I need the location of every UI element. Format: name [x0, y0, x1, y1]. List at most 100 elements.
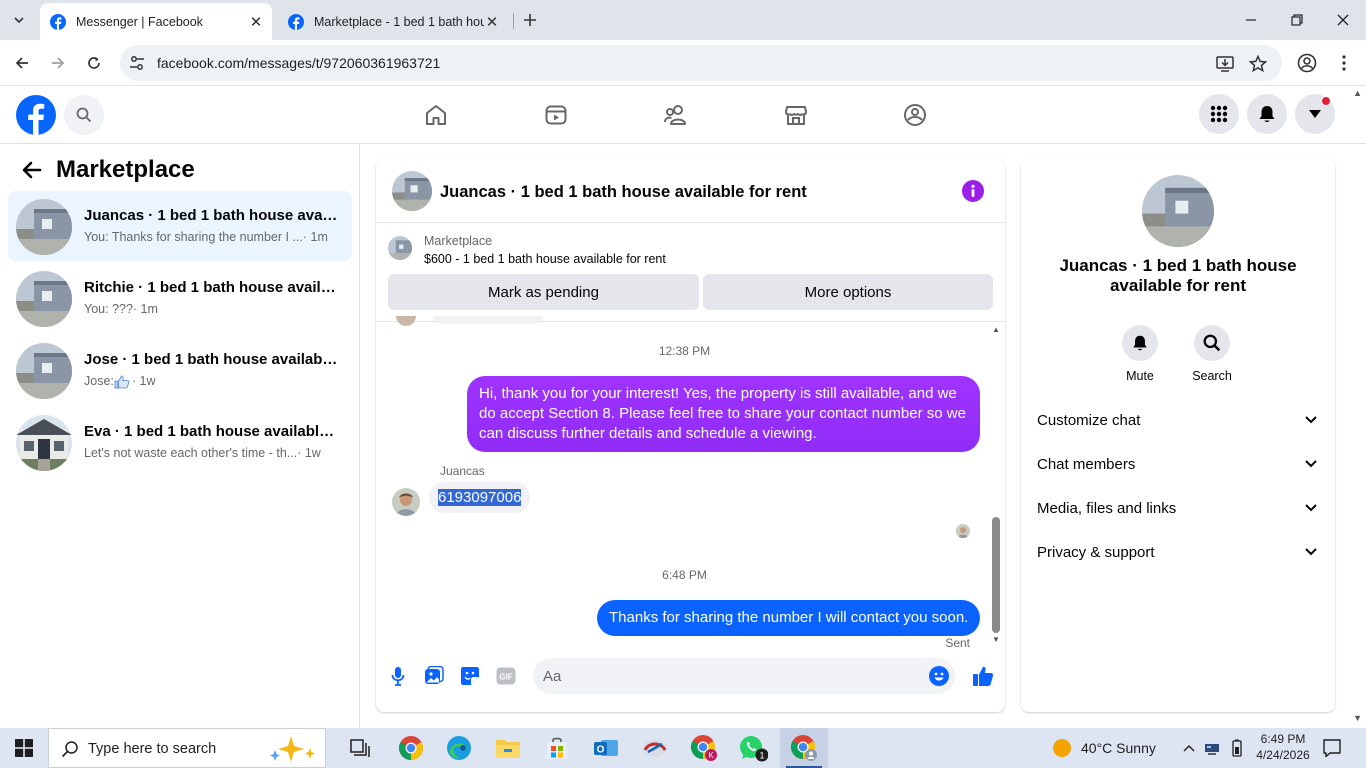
conversation-item[interactable]: Ritchie · 1 bed 1 bath house availa... Y… [8, 263, 352, 333]
tab-messenger[interactable]: Messenger | Facebook ✕ [40, 3, 272, 40]
taskbar-file-explorer[interactable] [484, 728, 532, 768]
thumbs-up-icon [973, 666, 994, 686]
page-scroll-down-arrow[interactable]: ▼ [1353, 713, 1362, 723]
scroll-down-arrow[interactable]: ▼ [992, 635, 1000, 644]
taskbar-search-box[interactable]: Type here to search [48, 728, 326, 768]
like-button[interactable] [971, 664, 995, 688]
conversation-large-avatar [1142, 175, 1214, 247]
nav-gaming[interactable] [859, 86, 971, 144]
chat-members-section[interactable]: Chat members [1037, 446, 1319, 482]
start-button[interactable] [0, 728, 48, 768]
restore-button[interactable] [1274, 0, 1320, 40]
tab-close-icon[interactable]: ✕ [248, 14, 264, 31]
nav-home[interactable] [380, 86, 492, 144]
forward-button[interactable] [45, 50, 71, 76]
reload-button[interactable] [81, 50, 107, 76]
section-label: Customize chat [1037, 411, 1141, 429]
tray-app-icon[interactable] [1203, 739, 1221, 757]
weather-text: 40°C Sunny [1081, 740, 1156, 756]
taskbar-edge[interactable] [435, 728, 483, 768]
info-icon[interactable] [962, 180, 984, 202]
outgoing-message[interactable]: Hi, thank you for your interest! Yes, th… [467, 376, 980, 452]
attach-photo-button[interactable] [422, 664, 446, 688]
incoming-message[interactable]: 6193097006 [429, 482, 531, 513]
microphone-icon [391, 667, 405, 686]
media-files-links-section[interactable]: Media, files and links [1037, 490, 1319, 526]
svg-text:K: K [708, 751, 714, 760]
notification-center-button[interactable] [1322, 738, 1342, 758]
outgoing-message[interactable]: Thanks for sharing the number I will con… [597, 600, 981, 636]
sender-avatar[interactable] [392, 488, 420, 516]
taskbar-chrome-profile[interactable]: K [680, 728, 728, 768]
scroll-up-arrow[interactable]: ▲ [992, 325, 1000, 334]
chat-title[interactable]: Juancas · 1 bed 1 bath house available f… [440, 183, 807, 202]
task-view-button[interactable] [336, 728, 384, 768]
account-button[interactable] [1295, 94, 1335, 134]
clock-date: 4/24/2026 [1256, 748, 1310, 762]
listing-avatar [16, 271, 72, 327]
browser-menu-button[interactable] [1331, 50, 1357, 76]
reload-icon [88, 57, 100, 69]
gif-icon: GIF [496, 667, 516, 685]
address-bar[interactable]: facebook.com/messages/t/972060361963721 [120, 45, 1282, 81]
conversation-item[interactable]: Eva · 1 bed 1 bath house available f... … [8, 407, 352, 477]
tab-marketplace[interactable]: Marketplace - 1 bed 1 bath hou ✕ [278, 3, 508, 40]
back-button[interactable] [9, 50, 35, 76]
scrollbar-thumb[interactable] [992, 517, 1000, 633]
emoji-icon[interactable] [929, 666, 949, 686]
back-arrow-button[interactable] [18, 156, 46, 184]
listing-thumbnail[interactable] [388, 236, 412, 260]
listing-title[interactable]: $600 - 1 bed 1 bath house available for … [424, 252, 666, 266]
nav-friends[interactable] [620, 86, 732, 144]
close-window-button[interactable] [1320, 0, 1366, 40]
bell-icon [1133, 335, 1147, 351]
taskbar-outlook[interactable]: O [582, 728, 630, 768]
taskbar-chrome[interactable] [387, 728, 435, 768]
show-hidden-icons[interactable] [1180, 739, 1198, 757]
cropped-message-bubble [433, 316, 543, 324]
search-action[interactable]: Search [1182, 325, 1242, 383]
taskbar-store[interactable] [533, 728, 581, 768]
install-app-icon[interactable] [1215, 54, 1235, 74]
chat-scrollbar[interactable]: ▲ ▼ [992, 325, 1000, 649]
bookmark-star-icon[interactable] [1248, 54, 1268, 74]
customize-chat-section[interactable]: Customize chat [1037, 402, 1319, 438]
battery-icon[interactable] [1228, 739, 1246, 757]
profile-button[interactable] [1294, 50, 1320, 76]
conversation-info-panel: Juancas · 1 bed 1 bath house available f… [1021, 159, 1335, 712]
store-icon [547, 737, 567, 759]
menu-button[interactable] [1199, 94, 1239, 134]
nav-marketplace[interactable] [740, 86, 852, 144]
nav-video[interactable] [500, 86, 612, 144]
chat-avatar[interactable] [392, 171, 432, 211]
gif-button[interactable]: GIF [494, 664, 518, 688]
mark-as-pending-button[interactable]: Mark as pending [388, 274, 699, 310]
tab-separator [513, 13, 514, 29]
notifications-button[interactable] [1247, 94, 1287, 134]
voice-clip-button[interactable] [386, 664, 410, 688]
weather-widget[interactable]: 40°C Sunny [1052, 738, 1156, 758]
svg-text:O: O [597, 745, 605, 756]
selected-phone-number[interactable]: 6193097006 [438, 489, 522, 506]
taskbar-whatsapp[interactable]: 1 [729, 728, 777, 768]
system-clock[interactable]: 6:49 PM 4/24/2026 [1252, 731, 1314, 763]
more-options-button[interactable]: More options [703, 274, 993, 310]
conversation-item[interactable]: Juancas · 1 bed 1 bath house availa... Y… [8, 191, 352, 261]
sticker-button[interactable] [458, 664, 482, 688]
mute-button[interactable] [1122, 325, 1158, 361]
taskbar-chrome-active[interactable] [780, 728, 828, 768]
message-input[interactable] [543, 658, 913, 694]
mute-action[interactable]: Mute [1110, 325, 1170, 383]
facebook-favicon-icon [288, 13, 304, 30]
taskbar-app-game[interactable] [631, 728, 679, 768]
facebook-logo-icon[interactable] [16, 95, 56, 135]
facebook-search-button[interactable] [64, 95, 104, 135]
tab-close-icon[interactable]: ✕ [484, 14, 500, 31]
new-tab-button[interactable] [519, 9, 541, 31]
search-in-conversation-button[interactable] [1194, 325, 1230, 361]
tab-search-button[interactable] [6, 7, 32, 33]
page-scroll-up-arrow[interactable]: ▲ [1353, 88, 1362, 98]
conversation-item[interactable]: Jose · 1 bed 1 bath house available ... … [8, 335, 352, 405]
minimize-button[interactable] [1228, 0, 1274, 40]
privacy-support-section[interactable]: Privacy & support [1037, 534, 1319, 570]
